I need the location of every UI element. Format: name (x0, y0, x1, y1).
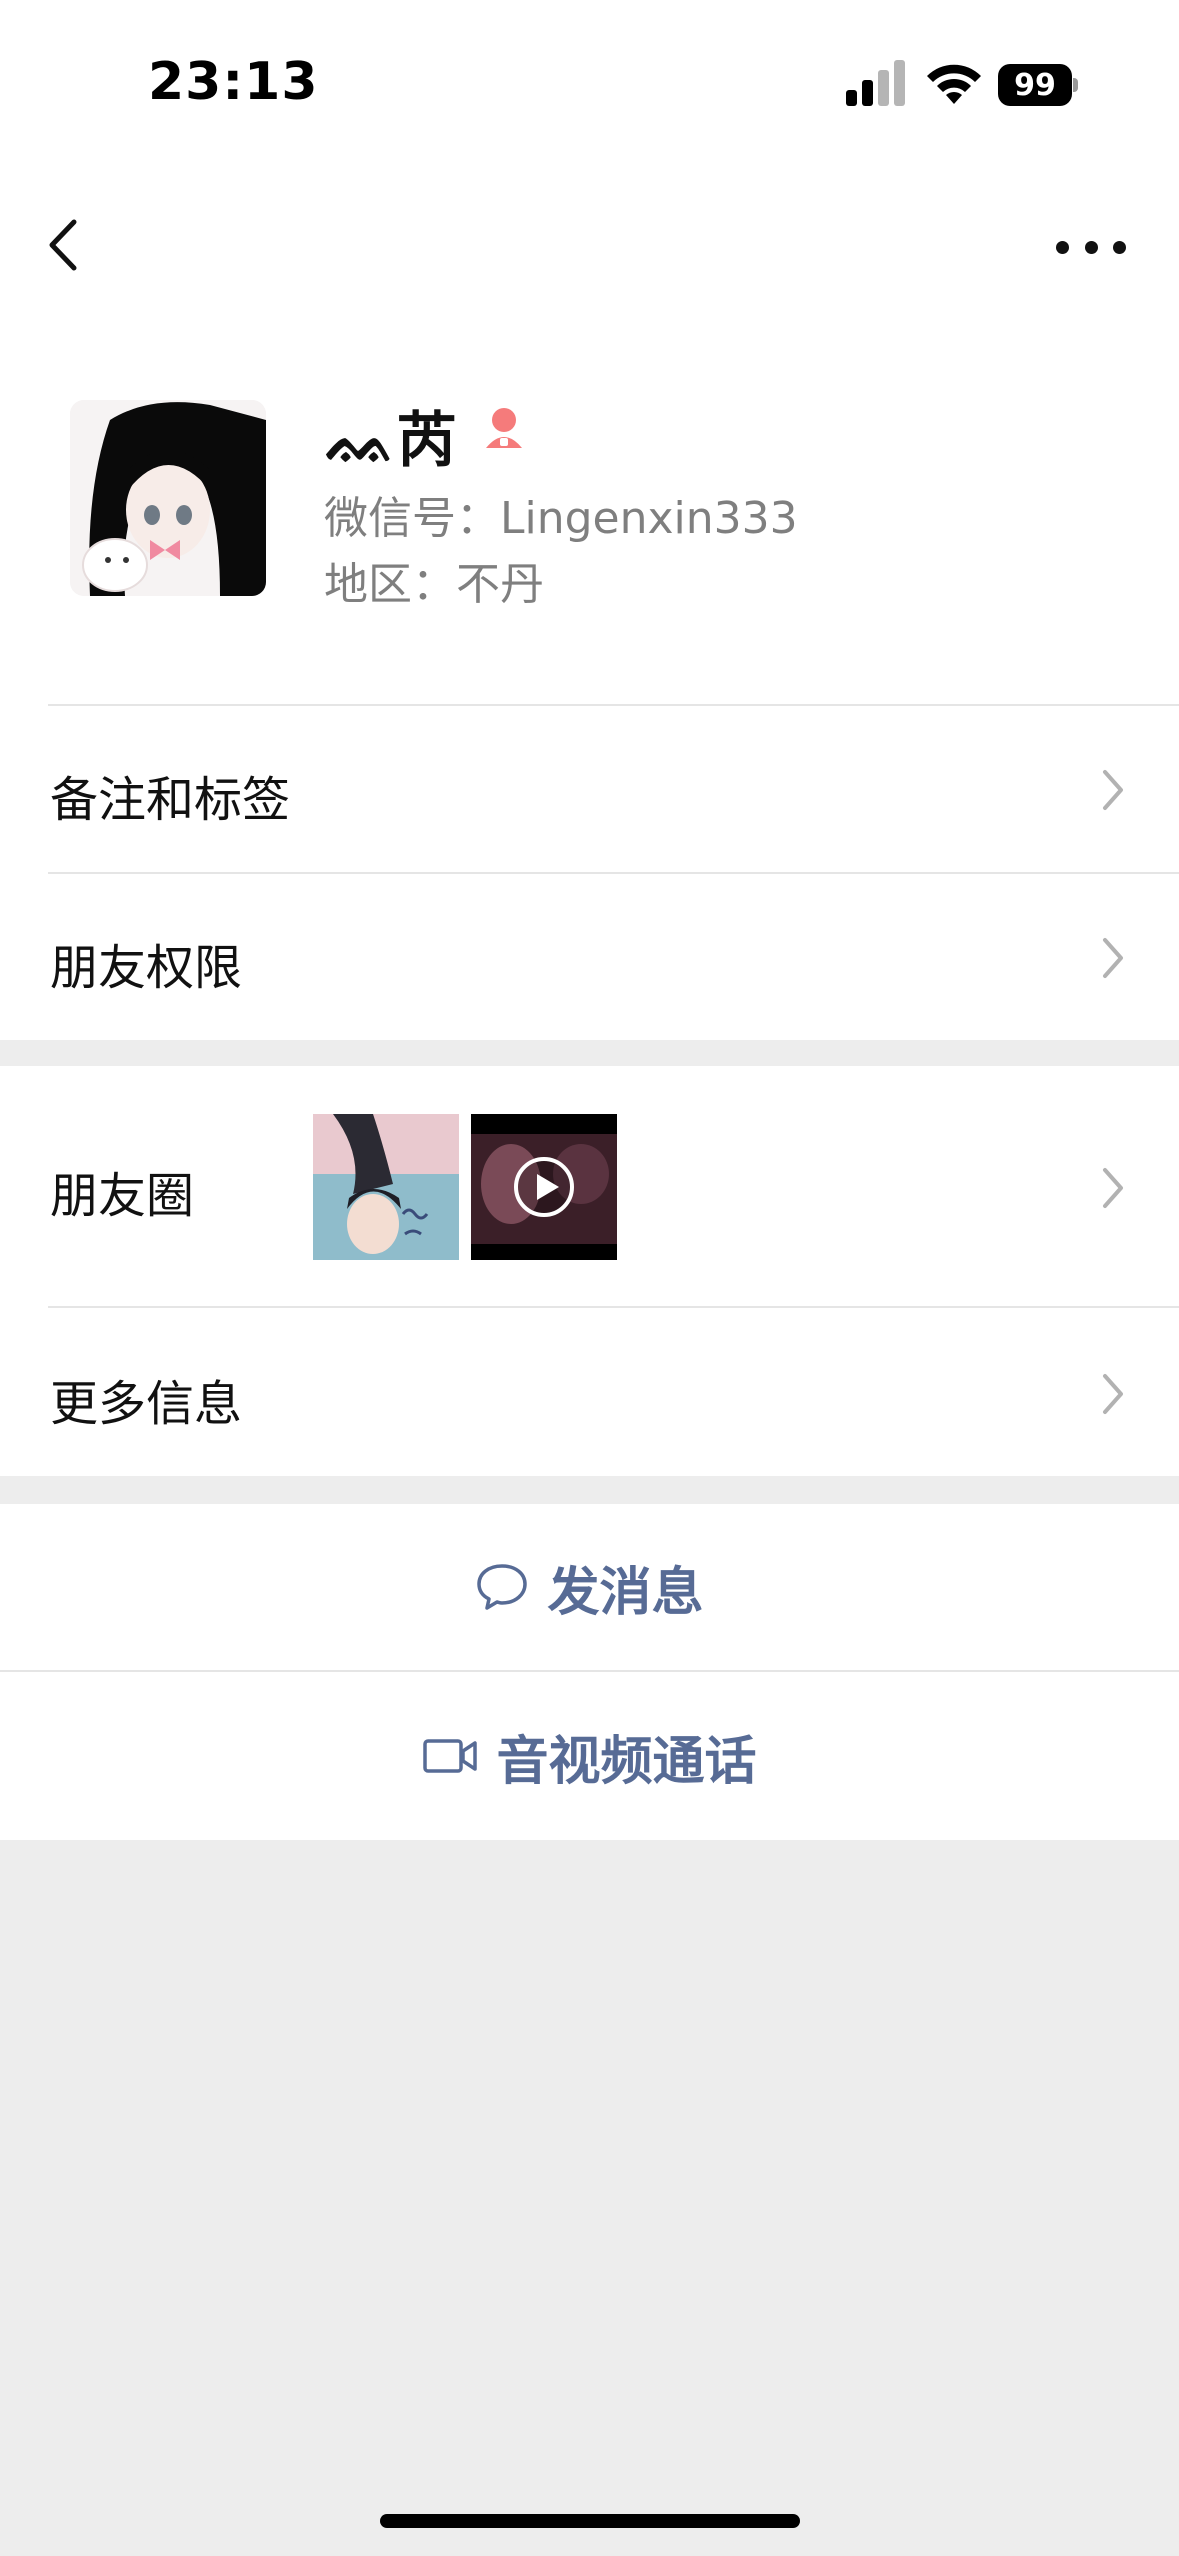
chevron-right-icon (1103, 938, 1123, 978)
region: 地区：不丹 (324, 559, 544, 610)
remarks-tags-row[interactable]: 备注和标签 (0, 706, 1179, 872)
cellular-signal-icon (846, 60, 905, 106)
video-camera-icon (423, 1739, 478, 1773)
female-icon (486, 408, 522, 448)
av-call-label: 音视频通话 (496, 1731, 757, 1792)
battery-level: 99 (998, 64, 1072, 106)
chevron-right-icon (1103, 1168, 1123, 1208)
status-time: 23:13 (148, 52, 319, 112)
nickname: ᨐ芮 (326, 406, 457, 476)
chevron-left-icon[interactable] (40, 210, 90, 280)
more-options-button[interactable] (1056, 222, 1126, 272)
remarks-tags-label: 备注和标签 (50, 772, 291, 828)
friend-permissions-row[interactable]: 朋友权限 (0, 874, 1179, 1040)
battery-indicator: 99 (998, 64, 1078, 106)
wechat-id: 微信号：Lingenxin333 (324, 493, 798, 544)
more-dot (1084, 240, 1098, 254)
more-dot (1056, 240, 1069, 254)
more-info-row[interactable]: 更多信息 (0, 1308, 1179, 1476)
moments-label: 朋友圈 (50, 1168, 195, 1224)
chat-bubble-icon (477, 1564, 528, 1610)
more-info-label: 更多信息 (50, 1376, 243, 1432)
avatar[interactable] (70, 400, 266, 596)
home-indicator[interactable] (380, 2514, 800, 2528)
av-call-button[interactable]: 音视频通话 (0, 1672, 1179, 1840)
nav-bar (0, 160, 1179, 330)
chevron-right-icon (1103, 1374, 1123, 1414)
moment-thumbnail (313, 1114, 459, 1260)
avatar-illustration (70, 400, 266, 596)
moments-row[interactable]: 朋友圈 (0, 1066, 1179, 1306)
wifi-icon (927, 64, 981, 104)
settings-group: 备注和标签 朋友权限 (0, 704, 1179, 1040)
send-message-button[interactable]: 发消息 (0, 1504, 1179, 1670)
battery-tip (1073, 78, 1078, 92)
moment-video-thumbnail (471, 1114, 617, 1260)
chevron-right-icon (1103, 770, 1123, 810)
friend-permissions-label: 朋友权限 (50, 940, 243, 996)
info-group: 朋友圈 更多信息 (0, 1066, 1179, 1476)
send-message-label: 发消息 (547, 1562, 704, 1623)
more-dot (1113, 240, 1126, 254)
